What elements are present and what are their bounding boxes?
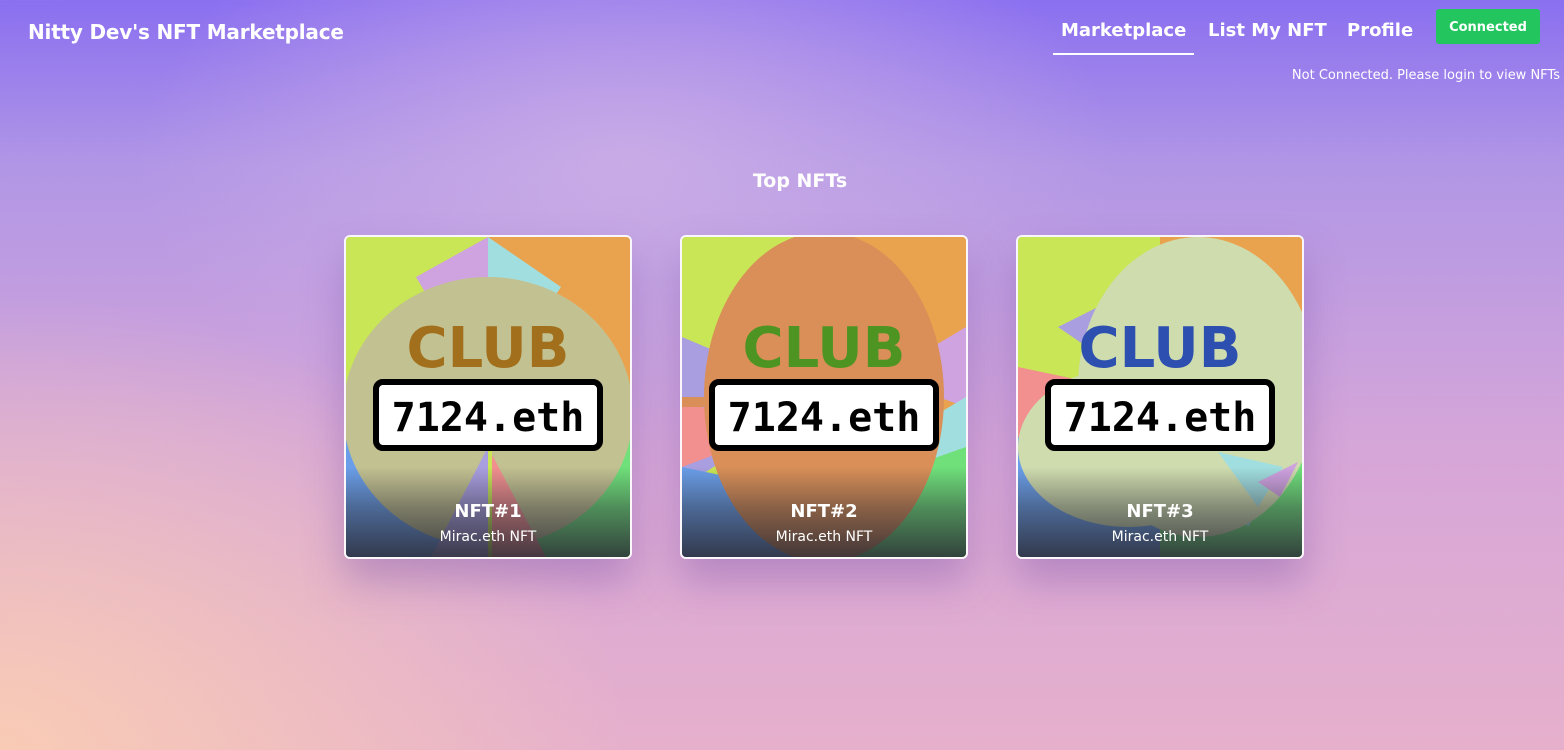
connection-status-text: Not Connected. Please login to view NFTs — [1291, 68, 1560, 83]
connect-wallet-button[interactable]: Connected — [1436, 9, 1540, 44]
nft-image-title-2: CLUB — [743, 316, 906, 381]
nft-description: Mirac.eth NFT — [1111, 529, 1209, 545]
nft-description: Mirac.eth NFT — [439, 529, 537, 545]
brand-title[interactable]: Nitty Dev's NFT Marketplace — [28, 20, 344, 44]
nft-card-3[interactable]: CLUB 7124.eth NFT#3 Mirac.eth NFT — [1016, 235, 1304, 559]
nft-name: NFT#2 — [790, 501, 858, 522]
nft-description: Mirac.eth NFT — [775, 529, 873, 545]
nft-card-1[interactable]: CLUB 7124.eth NFT#1 Mirac.eth NFT — [344, 235, 632, 559]
nav-list-my-nft[interactable]: List My NFT — [1208, 20, 1327, 46]
nft-name: NFT#1 — [454, 501, 522, 522]
nft-image-plate-3: 7124.eth — [1064, 395, 1257, 441]
nft-image-plate-1: 7124.eth — [392, 395, 585, 441]
nft-name: NFT#3 — [1126, 501, 1194, 522]
nav-profile[interactable]: Profile — [1347, 20, 1413, 46]
nft-image-plate-2: 7124.eth — [728, 395, 921, 441]
nft-image-title-3: CLUB — [1079, 316, 1242, 381]
section-title-top-nfts: Top NFTs — [752, 170, 848, 192]
nft-card-2[interactable]: CLUB 7124.eth NFT#2 Mirac.eth NFT — [680, 235, 968, 559]
nav-marketplace[interactable]: Marketplace — [1052, 20, 1195, 55]
nft-image-title-1: CLUB — [407, 316, 570, 381]
